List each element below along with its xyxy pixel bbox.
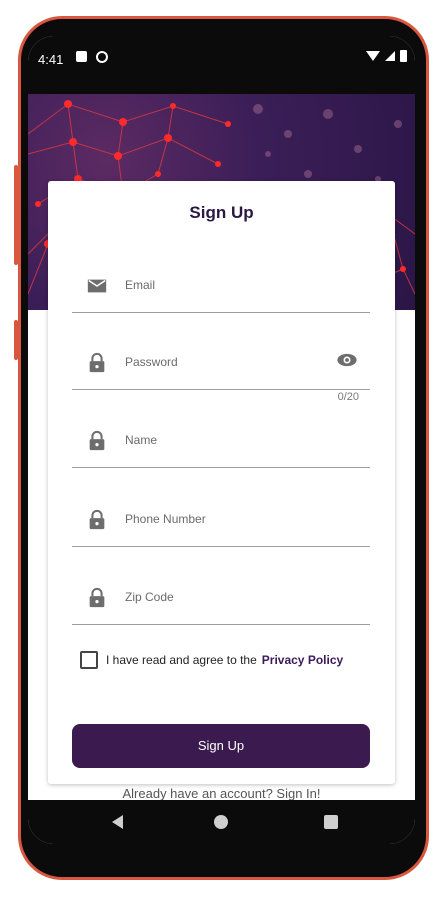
lock-icon [89,509,105,530]
phone-number-field[interactable]: Phone Number [72,486,370,547]
signal-icon [385,51,395,61]
agree-checkbox[interactable] [80,651,98,669]
sign-in-link[interactable]: Already have an account? Sign In! [48,786,395,801]
zip-code-field[interactable]: Zip Code [72,564,370,625]
home-icon[interactable] [214,815,228,829]
lock-icon [89,430,105,451]
sync-icon [96,51,108,63]
password-placeholder: Password [125,355,178,369]
battery-icon [400,50,407,62]
page-title: Sign Up [189,203,254,222]
lock-icon [89,587,105,608]
password-field[interactable]: Password [72,329,370,390]
status-bar: 4:41 [28,36,415,94]
wifi-icon [366,51,380,61]
sign-up-button[interactable]: Sign Up [72,724,370,768]
email-field[interactable]: Email [72,252,370,313]
navigation-bar [28,800,415,844]
name-field[interactable]: Name [72,407,370,468]
privacy-agreement: I have read and agree to the Privacy Pol… [80,651,343,669]
agreement-text: I have read and agree to the [106,653,257,667]
eye-icon[interactable] [336,353,358,367]
phone-number-placeholder: Phone Number [125,512,206,526]
status-right-icons [366,50,407,62]
status-time: 4:41 [38,52,64,67]
recent-apps-icon[interactable] [324,815,338,829]
signup-card: Sign Up Email Password 0/20 Name Phone N… [48,181,395,801]
lock-icon [89,352,105,373]
app-screen: 4:41 Sign Up Email Password 0/20 Name Ph… [28,36,415,844]
email-placeholder: Email [125,278,156,292]
zip-code-placeholder: Zip Code [125,590,174,604]
sd-card-icon [76,51,87,62]
password-char-counter: 0/20 [337,391,359,403]
privacy-policy-link[interactable]: Privacy Policy [262,653,343,667]
name-placeholder: Name [125,433,158,447]
email-icon [87,279,107,293]
back-icon[interactable] [112,815,123,829]
